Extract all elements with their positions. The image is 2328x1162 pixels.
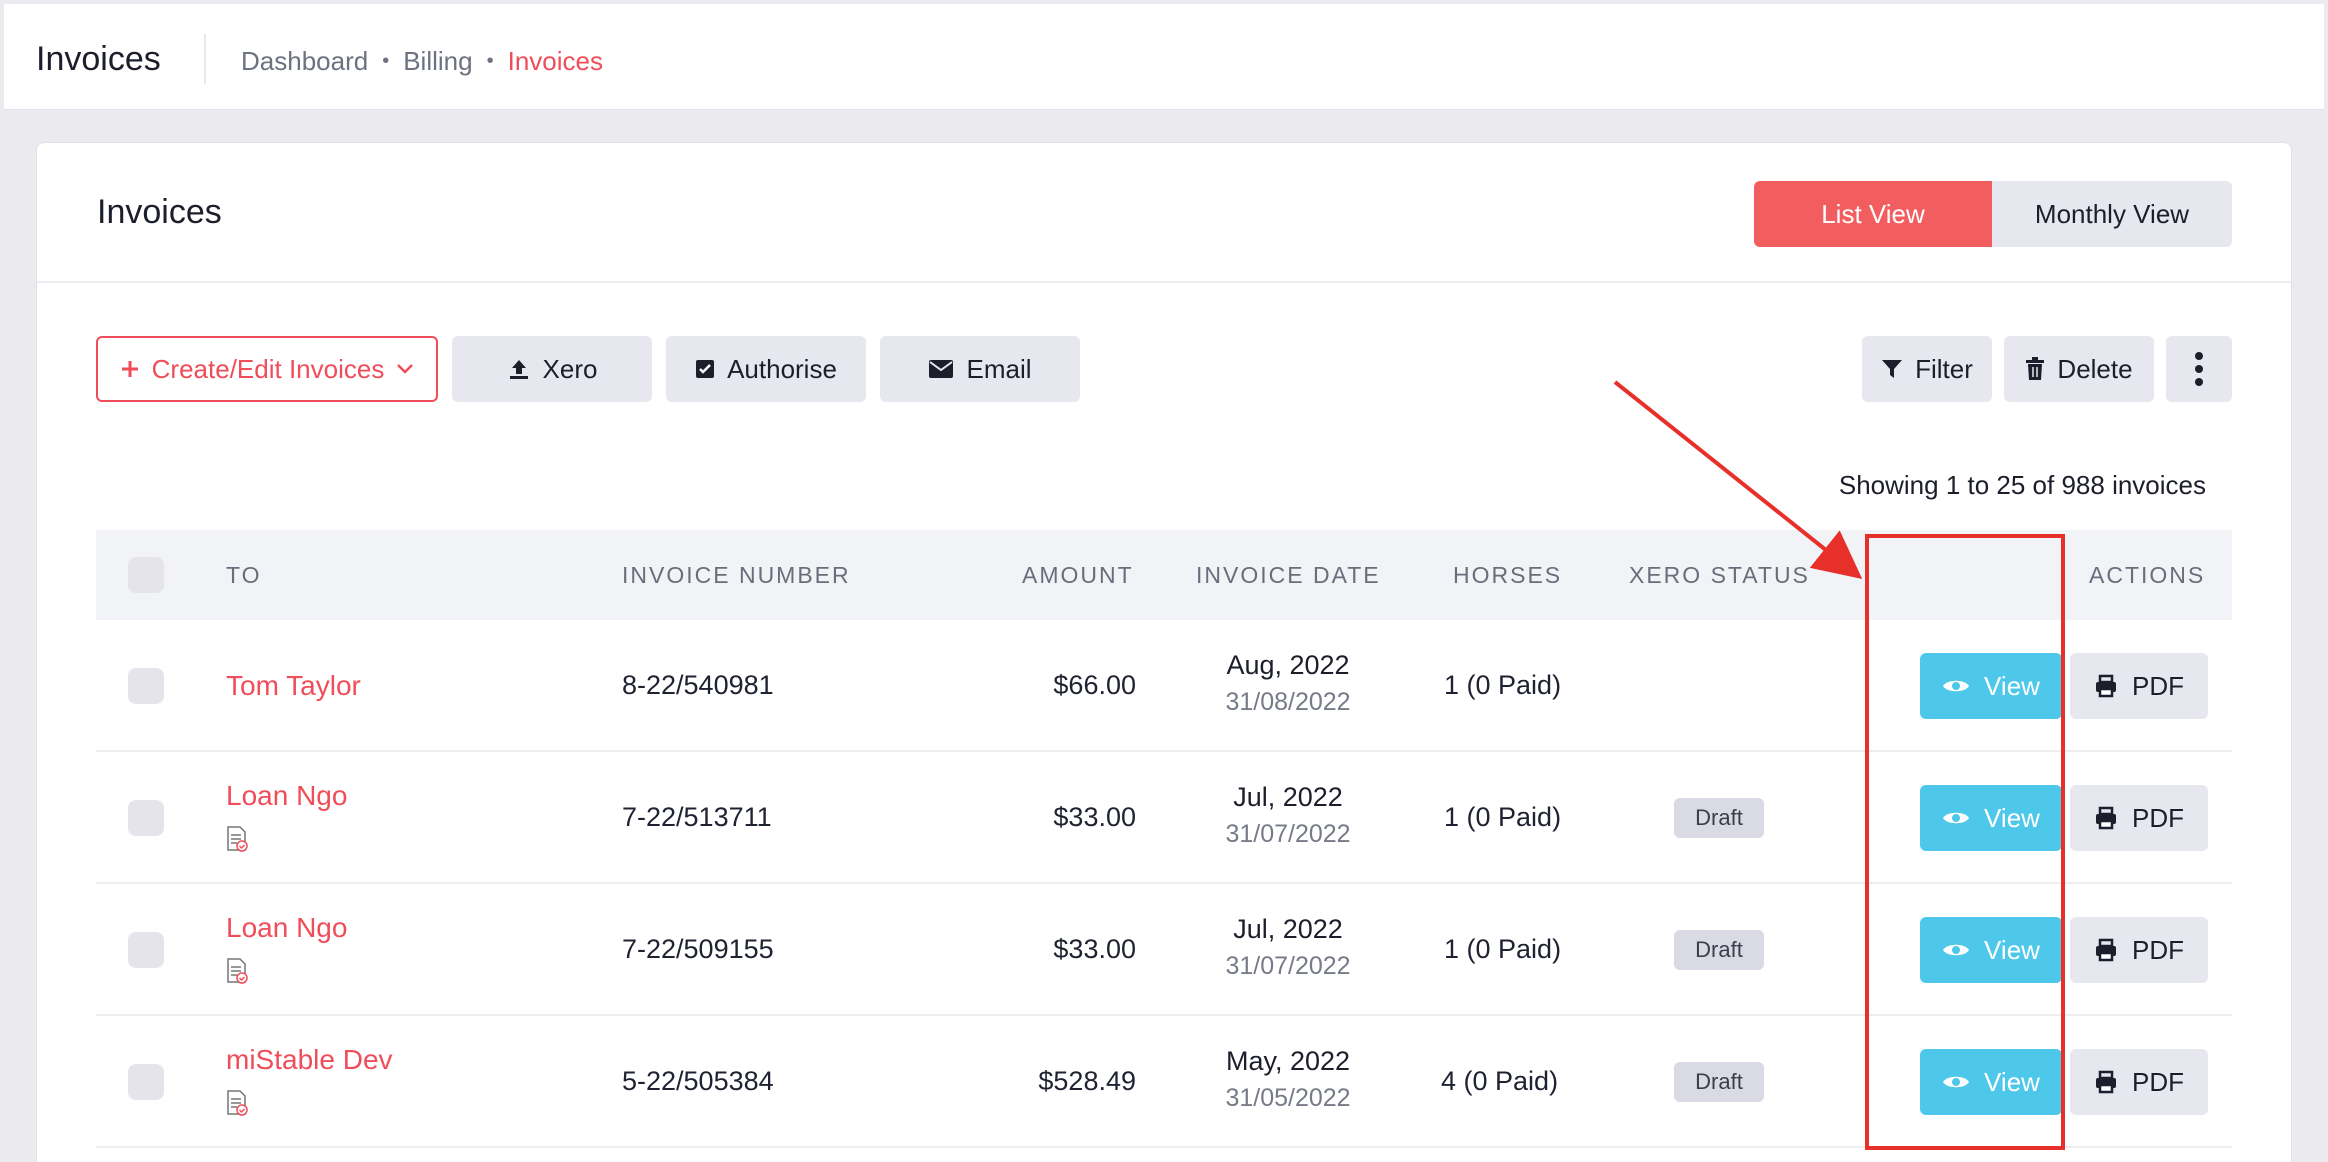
annotation-arrow [1613, 380, 1863, 579]
